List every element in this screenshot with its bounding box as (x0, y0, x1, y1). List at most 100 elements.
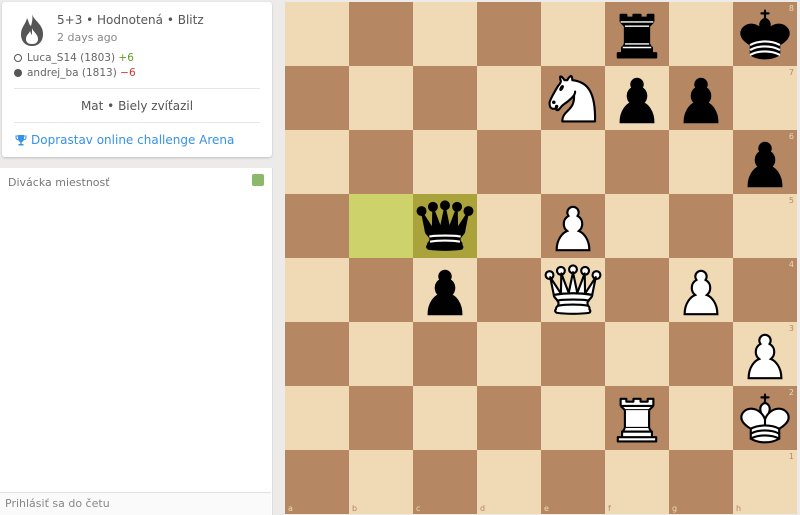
black-king-icon[interactable] (733, 2, 797, 66)
white-king-icon[interactable] (733, 386, 797, 450)
black-pawn-icon[interactable] (669, 66, 733, 130)
square-f3[interactable] (605, 322, 669, 386)
square-b5[interactable] (349, 194, 413, 258)
square-h4[interactable]: 4 (733, 258, 797, 322)
white-pawn-icon[interactable] (733, 322, 797, 386)
game-date: 2 days ago (57, 31, 118, 44)
square-c5[interactable] (413, 194, 477, 258)
square-f7[interactable] (605, 66, 669, 130)
chat-login-prompt[interactable]: Prihlásiť sa do četu (0, 492, 271, 515)
square-c6[interactable] (413, 130, 477, 194)
square-a6[interactable] (285, 130, 349, 194)
square-c8[interactable] (413, 2, 477, 66)
square-h1[interactable]: 1h (733, 450, 797, 514)
square-f8[interactable] (605, 2, 669, 66)
square-e5[interactable] (541, 194, 605, 258)
square-f5[interactable] (605, 194, 669, 258)
player-black-rating-diff: −6 (120, 67, 136, 79)
square-f2[interactable] (605, 386, 669, 450)
file-label: h (736, 504, 742, 513)
square-g7[interactable] (669, 66, 733, 130)
square-a1[interactable]: a (285, 450, 349, 514)
square-a3[interactable] (285, 322, 349, 386)
square-f4[interactable] (605, 258, 669, 322)
chat-login-text: Prihlásiť sa do četu (5, 497, 110, 510)
square-d4[interactable] (477, 258, 541, 322)
square-e6[interactable] (541, 130, 605, 194)
square-b4[interactable] (349, 258, 413, 322)
square-d2[interactable] (477, 386, 541, 450)
game-meta: 5+3 • Hodnotená • Blitz (57, 13, 204, 27)
square-b8[interactable] (349, 2, 413, 66)
square-a7[interactable] (285, 66, 349, 130)
square-c2[interactable] (413, 386, 477, 450)
square-d6[interactable] (477, 130, 541, 194)
player-white-rating-diff: +6 (118, 52, 134, 64)
square-d8[interactable] (477, 2, 541, 66)
square-c3[interactable] (413, 322, 477, 386)
square-g4[interactable] (669, 258, 733, 322)
square-h7[interactable]: 7 (733, 66, 797, 130)
chess-board[interactable]: 8 76 5 4 3 2 a b c d e f g 1 h (285, 2, 797, 514)
square-e7[interactable] (541, 66, 605, 130)
white-knight-icon[interactable] (541, 66, 605, 130)
square-g8[interactable] (669, 2, 733, 66)
chat-title: Divácka miestnosť (8, 176, 110, 189)
square-f6[interactable] (605, 130, 669, 194)
square-b6[interactable] (349, 130, 413, 194)
square-a5[interactable] (285, 194, 349, 258)
black-queen-icon[interactable] (413, 194, 477, 258)
square-h6[interactable]: 6 (733, 130, 797, 194)
square-e8[interactable] (541, 2, 605, 66)
player-black[interactable]: andrej_ba (1813) −6 (14, 67, 136, 79)
square-d3[interactable] (477, 322, 541, 386)
square-a4[interactable] (285, 258, 349, 322)
square-f1[interactable]: f (605, 450, 669, 514)
blitz-flame-icon (16, 12, 48, 48)
trophy-icon (15, 135, 27, 146)
square-e2[interactable] (541, 386, 605, 450)
square-d5[interactable] (477, 194, 541, 258)
black-pawn-icon[interactable] (733, 130, 797, 194)
square-e1[interactable]: e (541, 450, 605, 514)
square-c1[interactable]: c (413, 450, 477, 514)
chat-toggle-checkbox[interactable] (252, 174, 264, 186)
square-b1[interactable]: b (349, 450, 413, 514)
square-g5[interactable] (669, 194, 733, 258)
square-c4[interactable] (413, 258, 477, 322)
square-b2[interactable] (349, 386, 413, 450)
player-white-name: Luca_S14 (1803) (27, 52, 116, 64)
black-pawn-icon[interactable] (413, 258, 477, 322)
square-g6[interactable] (669, 130, 733, 194)
square-b3[interactable] (349, 322, 413, 386)
square-g1[interactable]: g (669, 450, 733, 514)
rank-label: 4 (788, 260, 794, 269)
rank-label: 1 (788, 452, 794, 461)
square-g3[interactable] (669, 322, 733, 386)
square-b7[interactable] (349, 66, 413, 130)
square-a8[interactable] (285, 2, 349, 66)
game-result: Mat • Biely zvíťazil (80, 99, 194, 113)
square-c7[interactable] (413, 66, 477, 130)
white-rook-icon[interactable] (605, 386, 669, 450)
file-label: d (480, 504, 486, 513)
square-h5[interactable]: 5 (733, 194, 797, 258)
white-queen-icon[interactable] (541, 258, 605, 322)
square-g2[interactable] (669, 386, 733, 450)
square-a2[interactable] (285, 386, 349, 450)
square-d1[interactable]: d (477, 450, 541, 514)
square-h2[interactable]: 2 (733, 386, 797, 450)
white-pawn-icon[interactable] (669, 258, 733, 322)
square-e4[interactable] (541, 258, 605, 322)
white-pawn-icon[interactable] (541, 194, 605, 258)
file-label: a (288, 504, 293, 513)
square-h3[interactable]: 3 (733, 322, 797, 386)
tournament-link[interactable]: Doprastav online challenge Arena (15, 133, 234, 147)
square-h8[interactable]: 8 (733, 2, 797, 66)
square-e3[interactable] (541, 322, 605, 386)
black-rook-icon[interactable] (605, 2, 669, 66)
black-pawn-icon[interactable] (605, 66, 669, 130)
spectator-chat: Divácka miestnosť Prihlásiť sa do četu (0, 168, 273, 515)
player-white[interactable]: Luca_S14 (1803) +6 (14, 52, 134, 64)
square-d7[interactable] (477, 66, 541, 130)
